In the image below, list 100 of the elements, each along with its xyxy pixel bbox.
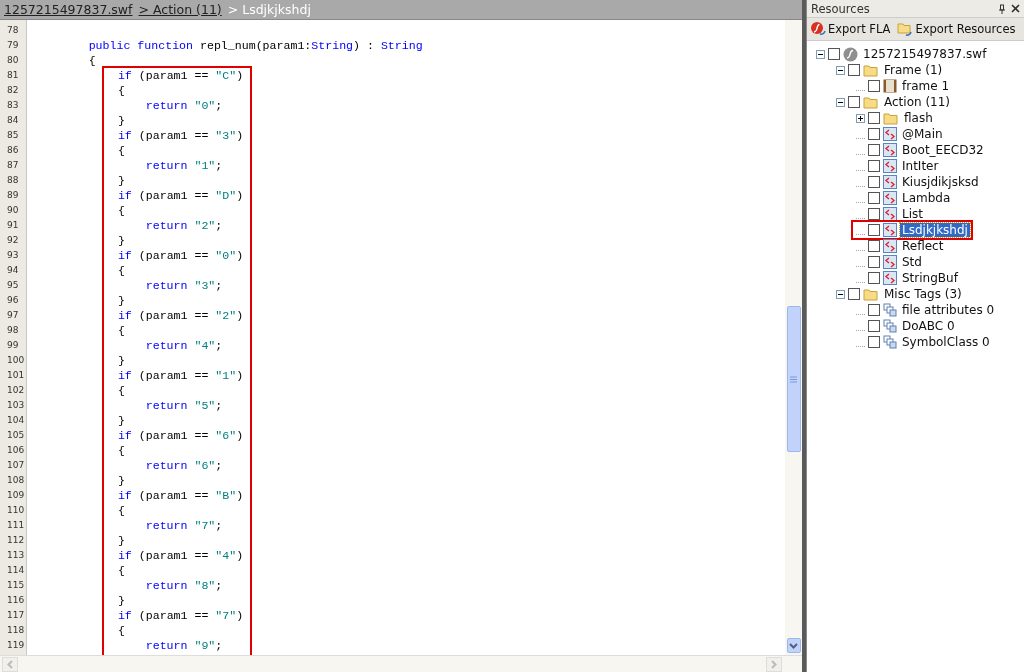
tag-icon xyxy=(883,303,897,317)
tree-item[interactable]: Std xyxy=(900,255,924,269)
tree-checkbox[interactable] xyxy=(868,256,880,268)
tree-item[interactable]: Boot_EECD32 xyxy=(900,143,986,157)
tree-checkbox[interactable] xyxy=(868,304,880,316)
tree-item[interactable]: Kiusjdikjsksd xyxy=(900,175,981,189)
line-number: 112 xyxy=(6,534,26,547)
tree-checkbox[interactable] xyxy=(868,160,880,172)
tree-checkbox[interactable] xyxy=(868,240,880,252)
tree-checkbox[interactable] xyxy=(868,320,880,332)
line-number: 89 xyxy=(6,189,20,202)
scroll-down-button[interactable] xyxy=(786,638,801,653)
code-line: { xyxy=(116,383,126,398)
line-number: 103 xyxy=(6,399,26,412)
line-number: 78 xyxy=(6,24,20,37)
code-line: } xyxy=(116,473,126,488)
export-resources-button[interactable]: Export Resources xyxy=(896,21,1017,37)
tree-checkbox[interactable] xyxy=(868,272,880,284)
code-line: if (param1 == "6") xyxy=(116,428,245,443)
code-line: if (param1 == "1") xyxy=(116,368,245,383)
line-number: 106 xyxy=(6,444,26,457)
code-line: { xyxy=(116,443,126,458)
script-icon xyxy=(883,239,897,253)
code-line: } xyxy=(116,593,126,608)
code-line: { xyxy=(116,203,126,218)
plus-icon xyxy=(858,115,863,121)
minus-icon xyxy=(818,51,823,57)
line-number: 105 xyxy=(6,429,26,442)
tree-item[interactable]: Reflect xyxy=(900,239,946,253)
film-frame-icon xyxy=(883,79,897,93)
line-number: 97 xyxy=(6,309,20,322)
tree-item[interactable]: Misc Tags (3) xyxy=(882,287,964,301)
pin-icon[interactable] xyxy=(998,3,1006,14)
line-number: 85 xyxy=(6,129,20,142)
code-line: } xyxy=(116,413,126,428)
tree-item[interactable]: SymbolClass 0 xyxy=(900,335,992,349)
script-icon xyxy=(883,143,897,157)
tree-item[interactable]: Action (11) xyxy=(882,95,953,109)
expand-toggle[interactable] xyxy=(856,113,865,123)
tree-checkbox[interactable] xyxy=(828,48,840,60)
chevron-left-icon xyxy=(7,659,13,669)
line-number: 108 xyxy=(6,474,26,487)
collapse-toggle[interactable] xyxy=(836,65,845,75)
export-fla-button[interactable]: Export FLA xyxy=(809,21,892,37)
line-number: 91 xyxy=(6,219,20,232)
tree-checkbox[interactable] xyxy=(868,80,880,92)
tree-item[interactable]: StringBuf xyxy=(900,271,960,285)
line-number: 87 xyxy=(6,159,20,172)
tree-item[interactable]: Lsdjkjkshdj xyxy=(900,223,970,237)
tree-checkbox[interactable] xyxy=(868,128,880,140)
line-number: 110 xyxy=(6,504,26,517)
minus-icon xyxy=(838,291,843,297)
tree-item[interactable]: frame 1 xyxy=(900,79,952,93)
script-icon xyxy=(883,255,897,269)
close-icon[interactable] xyxy=(1011,4,1020,13)
folder-icon xyxy=(883,111,899,125)
tree-checkbox[interactable] xyxy=(848,64,860,76)
tree-item[interactable]: flash xyxy=(902,111,935,125)
tree-item[interactable]: List xyxy=(900,207,925,221)
collapse-toggle[interactable] xyxy=(836,97,845,107)
tree-checkbox[interactable] xyxy=(868,208,880,220)
code-line: if (param1 == "0") xyxy=(116,248,245,263)
collapse-toggle[interactable] xyxy=(836,289,845,299)
tree-checkbox[interactable] xyxy=(868,192,880,204)
code-line: if (param1 == "2") xyxy=(116,308,245,323)
code-line: if (param1 == "7") xyxy=(116,608,245,623)
folder-icon xyxy=(863,63,879,77)
tree-item[interactable]: @Main xyxy=(900,127,945,141)
breadcrumb-current: > Lsdjkjkshdj xyxy=(227,2,311,17)
tree-item[interactable]: 1257215497837.swf xyxy=(861,47,989,61)
tree-item[interactable]: file attributes 0 xyxy=(900,303,997,317)
line-number: 81 xyxy=(6,69,20,82)
line-number: 100 xyxy=(6,354,26,367)
tree-checkbox[interactable] xyxy=(868,112,880,124)
tree-checkbox[interactable] xyxy=(848,288,860,300)
code-line: return "5"; xyxy=(144,398,224,413)
breadcrumb-link[interactable]: > Action (11) xyxy=(138,2,222,17)
chevron-down-icon xyxy=(789,642,798,649)
line-number: 119 xyxy=(6,639,26,652)
scrollbar-thumb[interactable] xyxy=(786,306,801,452)
code-line: return "6"; xyxy=(144,458,224,473)
code-line: return "9"; xyxy=(144,638,224,653)
tree-item[interactable]: Frame (1) xyxy=(882,63,945,77)
code-line: return "8"; xyxy=(144,578,224,593)
tree-checkbox[interactable] xyxy=(868,224,880,236)
flash-export-icon xyxy=(810,21,826,37)
code-line: if (param1 == "D") xyxy=(116,188,245,203)
line-number: 109 xyxy=(6,489,26,502)
collapse-toggle[interactable] xyxy=(816,49,825,59)
code-line: } xyxy=(116,233,126,248)
breadcrumb-link[interactable]: 1257215497837.swf xyxy=(4,2,133,17)
line-number: 118 xyxy=(6,624,26,637)
tree-item[interactable]: Lambda xyxy=(900,191,953,205)
tree-checkbox[interactable] xyxy=(868,144,880,156)
tree-checkbox[interactable] xyxy=(848,96,860,108)
code-line: if (param1 == "4") xyxy=(116,548,245,563)
tree-item[interactable]: IntIter xyxy=(900,159,941,173)
tree-checkbox[interactable] xyxy=(868,176,880,188)
tree-item[interactable]: DoABC 0 xyxy=(900,319,957,333)
tree-checkbox[interactable] xyxy=(868,336,880,348)
